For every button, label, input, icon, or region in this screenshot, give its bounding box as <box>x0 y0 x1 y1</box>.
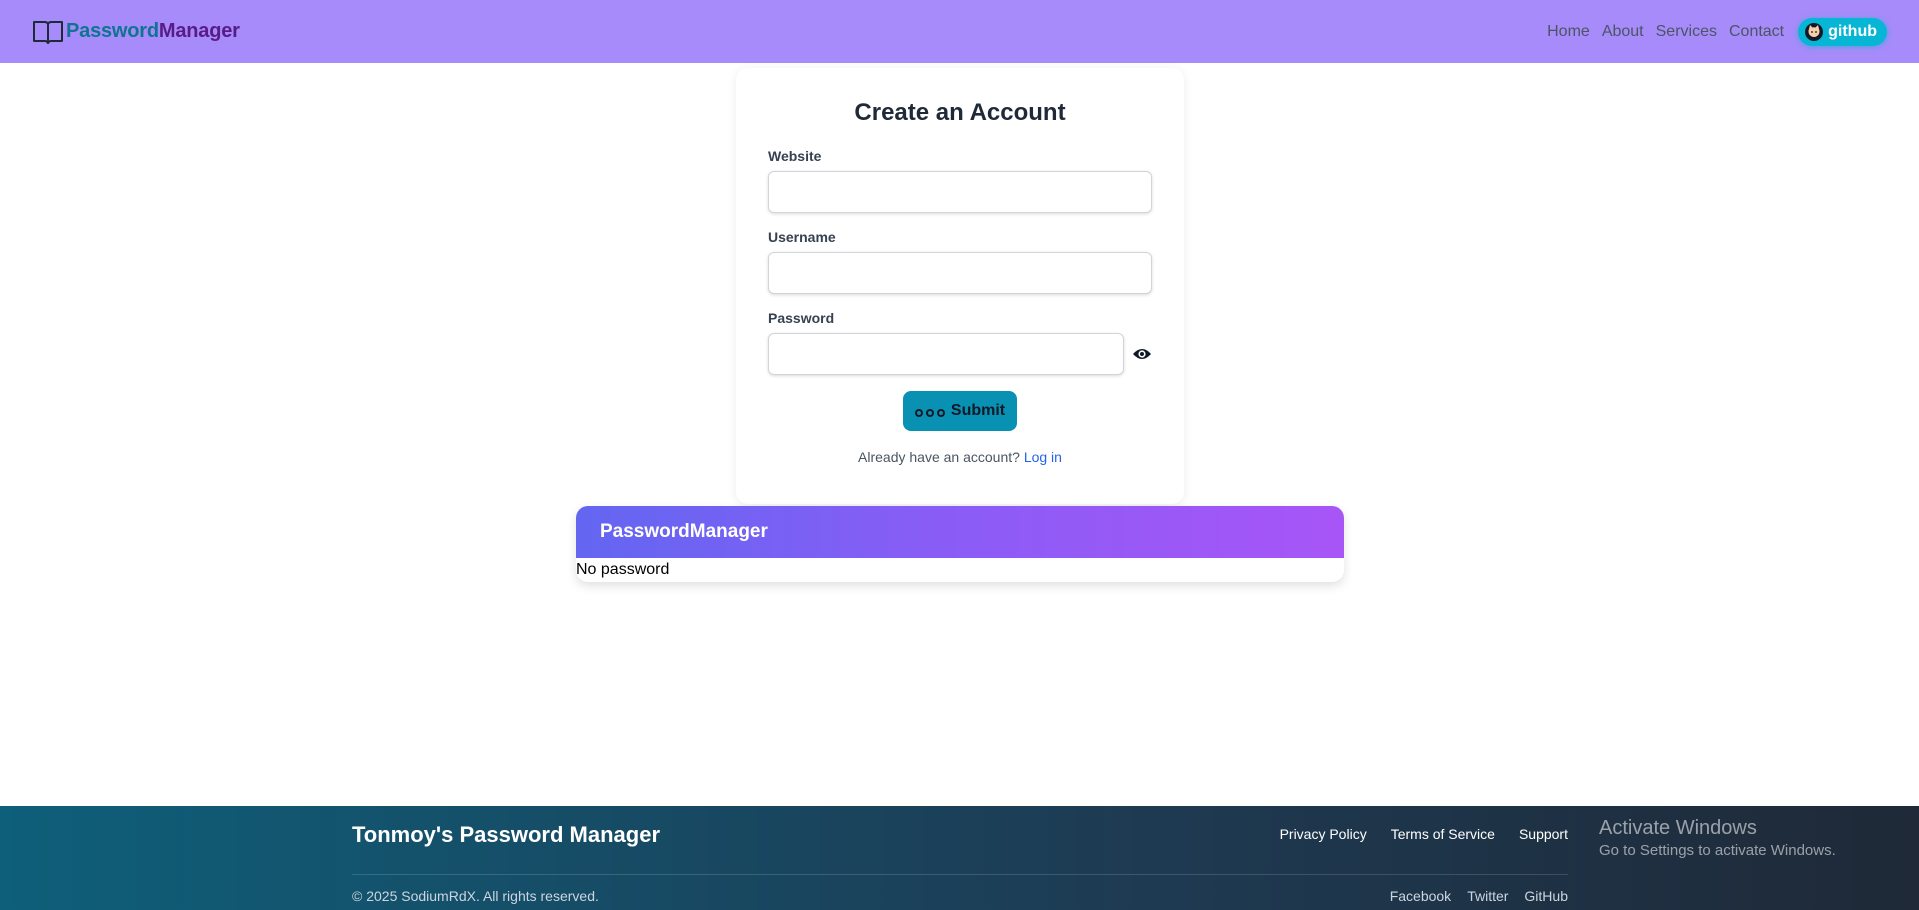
login-prompt-line: Already have an account? Log in <box>768 449 1152 465</box>
nav-link-contact[interactable]: Contact <box>1727 23 1786 41</box>
create-account-card: Create an Account Website Username Passw… <box>736 68 1184 504</box>
passwords-panel-title: PasswordManager <box>600 521 768 542</box>
watermark-subtitle: Go to Settings to activate Windows. <box>1599 842 1836 859</box>
brand-name-part2: Manager <box>158 20 240 42</box>
username-input[interactable] <box>768 252 1152 294</box>
github-icon <box>1804 22 1824 42</box>
nav-link-services[interactable]: Services <box>1654 23 1719 41</box>
brand-name: PasswordManager <box>66 20 240 43</box>
submit-button-label: Submit <box>950 402 1006 419</box>
footer-top-links: Privacy Policy Terms of Service Support <box>1280 826 1568 842</box>
website-label: Website <box>768 148 822 164</box>
eye-icon[interactable] <box>1132 344 1152 364</box>
password-label: Password <box>768 310 835 326</box>
login-prompt: Already have an account? <box>858 449 1020 465</box>
passwords-panel: PasswordManager No password <box>576 506 1344 582</box>
page: PasswordManager Home About Services Cont… <box>0 0 1919 910</box>
footer-title: Tonmoy's Password Manager <box>352 822 661 847</box>
password-input[interactable] <box>768 333 1124 375</box>
footer-divider <box>352 874 1568 875</box>
passwords-empty-message: No password <box>576 561 670 578</box>
footer-link-github[interactable]: GitHub <box>1524 888 1568 904</box>
footer-link-twitter[interactable]: Twitter <box>1467 888 1508 904</box>
footer-link-terms-of-service[interactable]: Terms of Service <box>1391 826 1495 842</box>
watermark-title: Activate Windows <box>1599 817 1757 839</box>
login-link[interactable]: Log in <box>1024 449 1062 465</box>
form-title: Create an Account <box>854 99 1066 126</box>
book-open-icon <box>32 18 64 46</box>
footer-link-privacy-policy[interactable]: Privacy Policy <box>1280 826 1367 842</box>
brand-name-part1: Password <box>66 20 159 42</box>
nav-link-home[interactable]: Home <box>1545 23 1592 41</box>
nav-link-about[interactable]: About <box>1600 23 1646 41</box>
username-label: Username <box>768 229 836 245</box>
submit-wrap: Submit <box>768 391 1152 431</box>
github-button[interactable]: github <box>1798 17 1887 46</box>
dots-icon <box>914 405 945 417</box>
github-button-label: github <box>1828 22 1877 40</box>
username-field-group: Username <box>768 229 1152 294</box>
footer-link-facebook[interactable]: Facebook <box>1390 888 1451 904</box>
password-row <box>768 333 1152 375</box>
website-field-group: Website <box>768 148 1152 213</box>
footer-link-support[interactable]: Support <box>1519 826 1568 842</box>
brand-logo-link[interactable]: PasswordManager <box>32 18 240 46</box>
password-field-group: Password <box>768 310 1152 375</box>
windows-activation-watermark: Activate Windows Go to Settings to activ… <box>1599 816 1836 862</box>
website-input[interactable] <box>768 171 1152 213</box>
footer-copyright: © 2025 SodiumRdX. All rights reserved. <box>352 888 599 904</box>
submit-button[interactable]: Submit <box>902 391 1018 431</box>
navbar: PasswordManager Home About Services Cont… <box>0 0 1919 63</box>
footer-social-links: Facebook Twitter GitHub <box>1390 888 1568 904</box>
nav-links: Home About Services Contact github <box>1545 17 1887 46</box>
passwords-panel-header: PasswordManager <box>576 506 1344 558</box>
